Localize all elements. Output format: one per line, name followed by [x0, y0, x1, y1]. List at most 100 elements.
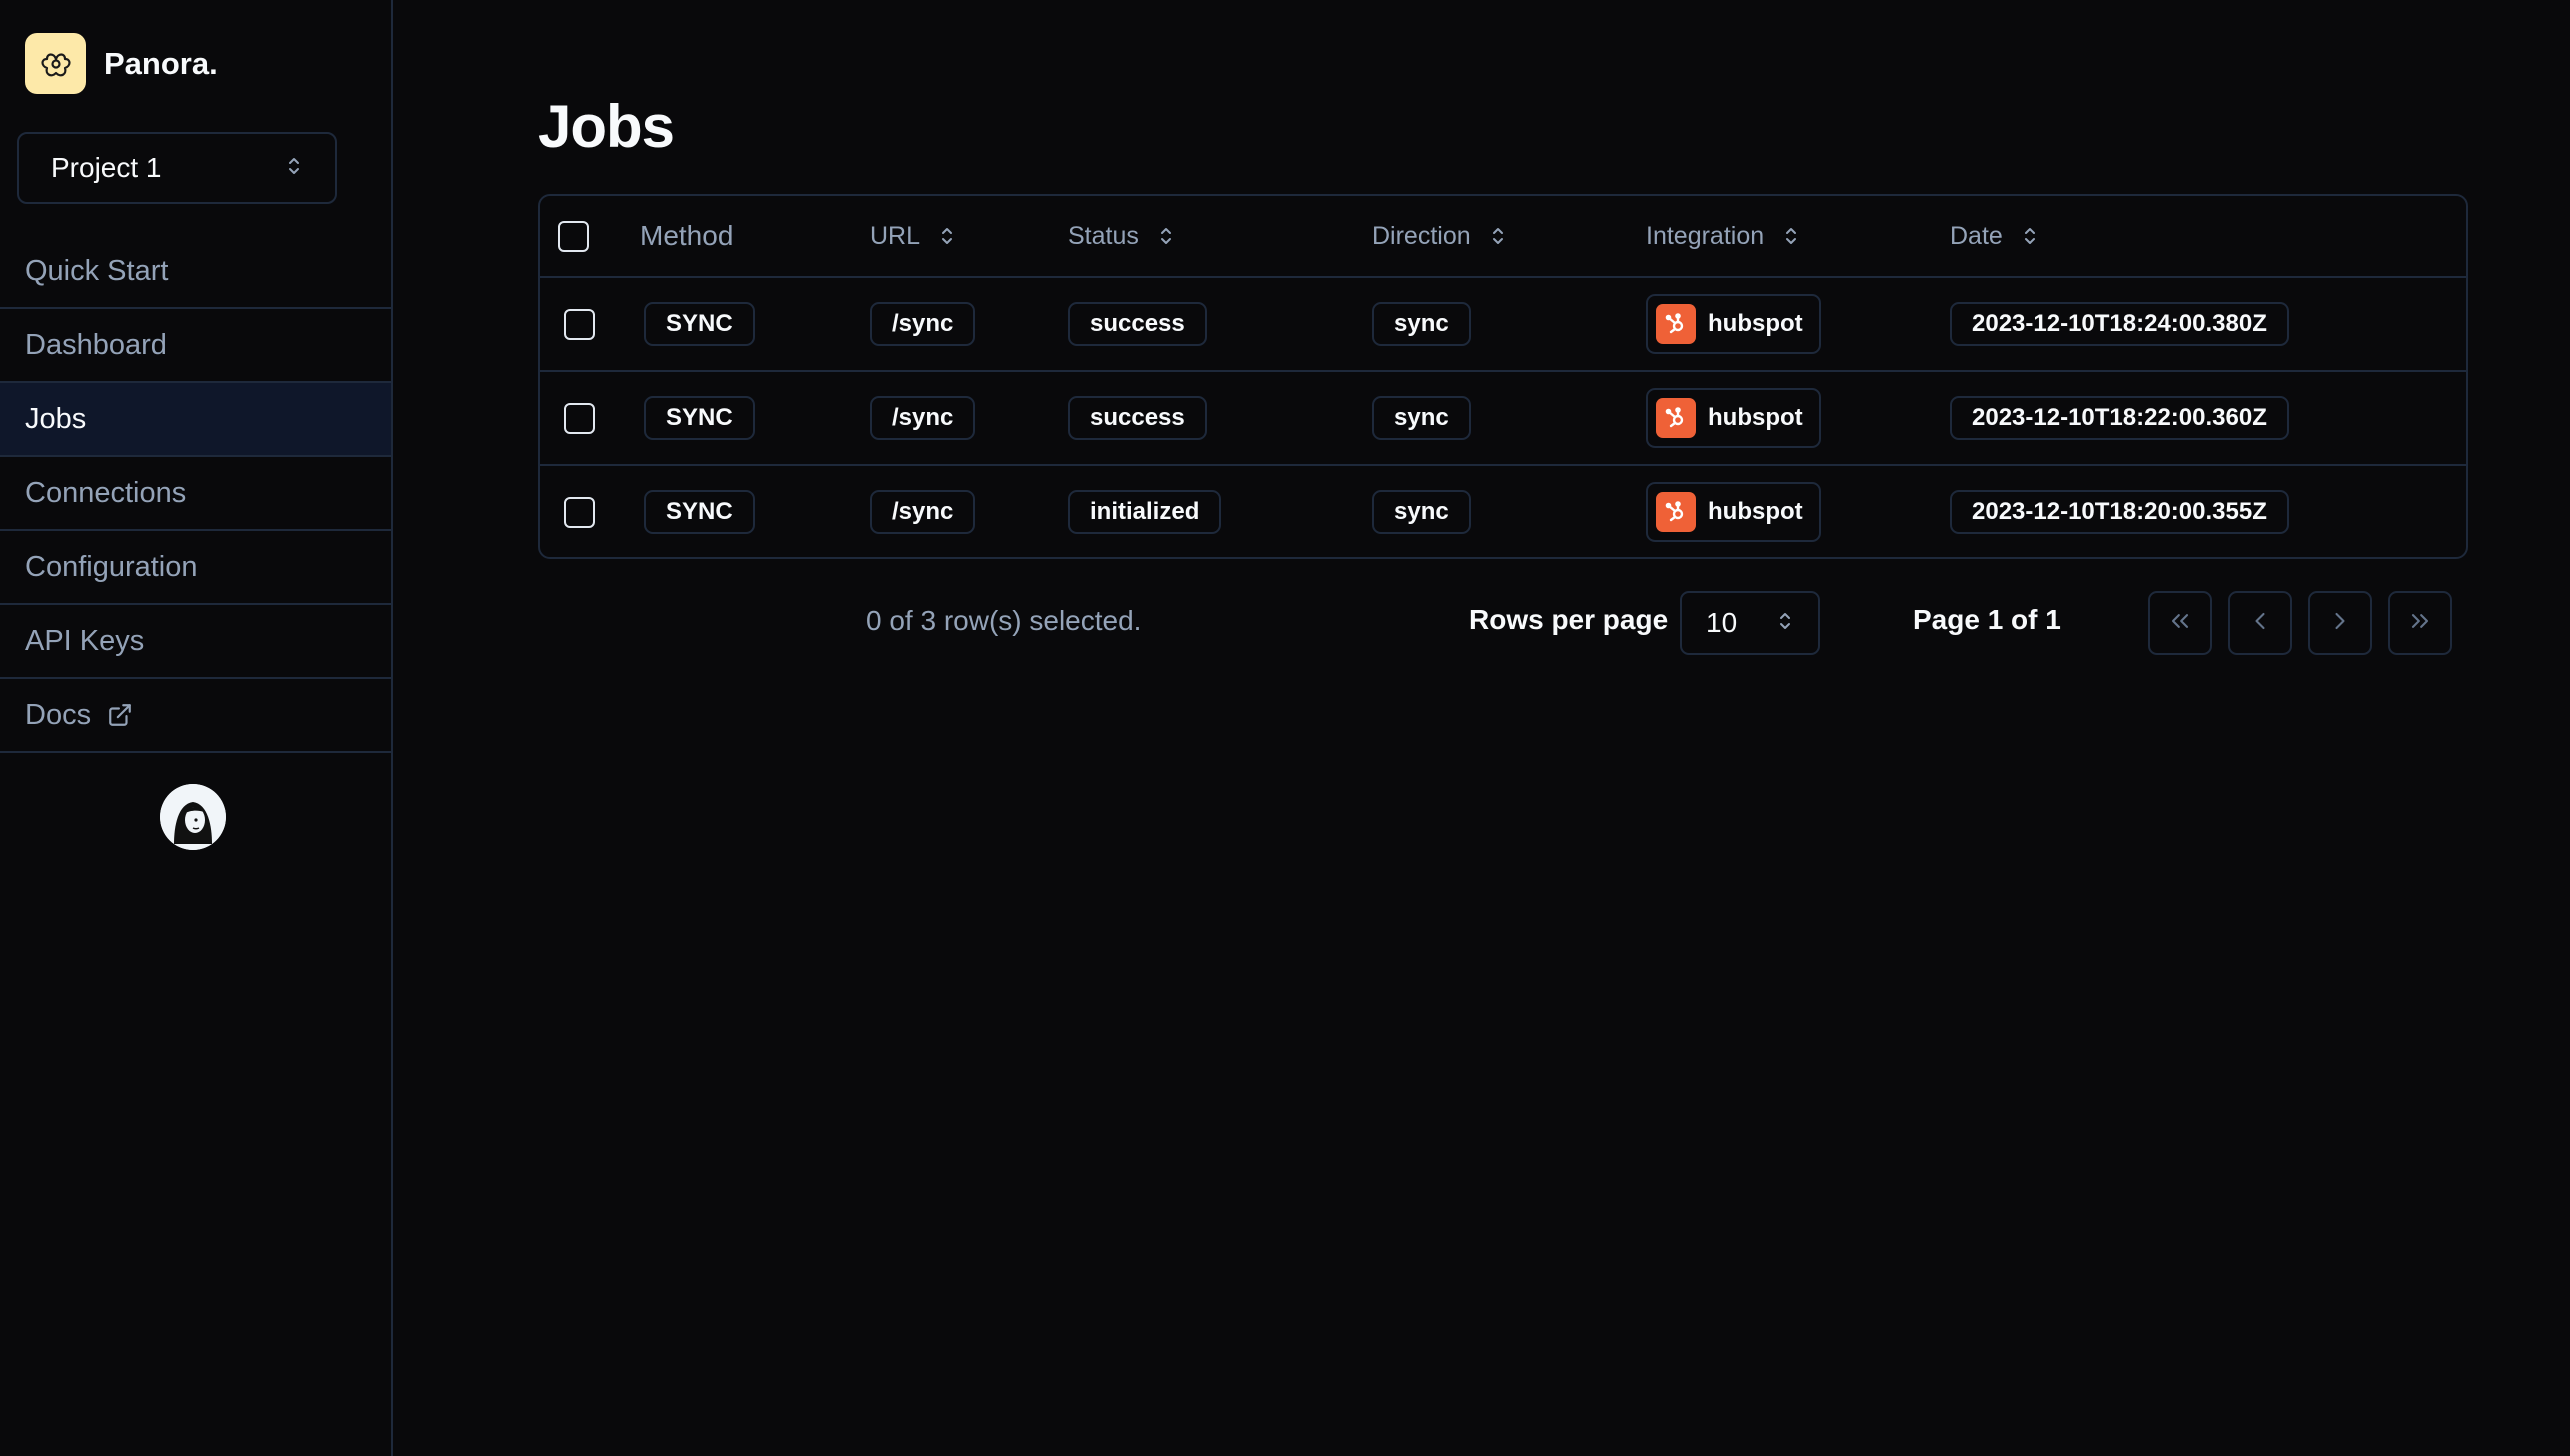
direction-badge: sync	[1372, 396, 1471, 440]
select-all-checkbox[interactable]	[558, 220, 589, 252]
status-badge: success	[1068, 302, 1207, 346]
integration-badge: hubspot	[1646, 388, 1821, 448]
status-cell: success	[1068, 278, 1207, 370]
hubspot-icon	[1656, 398, 1696, 438]
last-page-button[interactable]	[2388, 591, 2452, 655]
avatar[interactable]	[160, 784, 226, 850]
direction-cell: sync	[1372, 466, 1471, 557]
sidebar-nav: Quick Start Dashboard Jobs Connections C…	[0, 235, 391, 753]
external-link-icon	[107, 702, 133, 728]
sidebar-item-label: Jobs	[25, 402, 87, 435]
column-method-label: Method	[640, 220, 734, 251]
method-badge: SYNC	[644, 396, 755, 440]
sidebar-item-docs[interactable]: Docs	[0, 679, 391, 753]
hubspot-icon	[1656, 492, 1696, 532]
sidebar-item-label: Connections	[25, 476, 187, 509]
column-status[interactable]: Status	[1068, 196, 1173, 276]
direction-cell: sync	[1372, 372, 1471, 464]
sort-icon	[1159, 225, 1173, 247]
column-integration[interactable]: Integration	[1646, 196, 1798, 276]
sidebar-item-label: Docs	[25, 698, 92, 731]
jobs-table: Method URL Status Direction Integration …	[538, 194, 2468, 559]
column-status-header: Status	[1068, 222, 1173, 251]
chevron-right-icon	[2326, 607, 2354, 640]
table-header-row: Method URL Status Direction Integration …	[540, 196, 2466, 278]
page-title: Jobs	[538, 93, 675, 160]
column-integration-header: Integration	[1646, 222, 1798, 251]
sidebar-item-quick-start[interactable]: Quick Start	[0, 235, 391, 309]
date-cell: 2023-12-10T18:22:00.360Z	[1950, 372, 2289, 464]
column-status-label: Status	[1068, 221, 1139, 250]
rows-per-page-select[interactable]: 10	[1680, 591, 1820, 655]
row-select-cell	[564, 278, 595, 370]
row-checkbox[interactable]	[564, 496, 595, 528]
sidebar: Panora. Project 1 Quick Start Dashboard …	[0, 0, 393, 1456]
integration-name: hubspot	[1708, 310, 1803, 337]
table-row[interactable]: SYNC /sync success sync hubspot 2023-12-…	[540, 372, 2466, 466]
hubspot-icon	[1656, 304, 1696, 344]
selected-row-count: 0 of 3 row(s) selected.	[866, 605, 1142, 636]
column-url[interactable]: URL	[870, 196, 954, 276]
sort-icon	[2023, 225, 2037, 247]
status-cell: initialized	[1068, 466, 1222, 557]
integration-name: hubspot	[1708, 404, 1803, 431]
url-cell: /sync	[870, 372, 976, 464]
direction-badge: sync	[1372, 302, 1471, 346]
previous-page-button[interactable]	[2228, 591, 2292, 655]
next-page-button[interactable]	[2308, 591, 2372, 655]
column-method: Method	[640, 196, 733, 276]
status-cell: success	[1068, 372, 1207, 464]
status-badge: success	[1068, 396, 1207, 440]
sidebar-item-label: Configuration	[25, 550, 198, 583]
table-row[interactable]: SYNC /sync success sync hubspot 2023-12-…	[540, 278, 2466, 372]
sidebar-item-configuration[interactable]: Configuration	[0, 531, 391, 605]
integration-badge: hubspot	[1646, 294, 1821, 354]
column-direction[interactable]: Direction	[1372, 196, 1505, 276]
url-badge: /sync	[870, 490, 976, 534]
column-url-label: URL	[870, 221, 921, 250]
integration-cell: hubspot	[1646, 278, 1821, 370]
brand-name: Panora.	[104, 45, 218, 81]
row-checkbox[interactable]	[564, 402, 595, 434]
chevrons-right-icon	[2406, 607, 2434, 640]
sort-icon	[1784, 225, 1798, 247]
column-date[interactable]: Date	[1950, 196, 2037, 276]
date-cell: 2023-12-10T18:24:00.380Z	[1950, 278, 2289, 370]
row-checkbox[interactable]	[564, 308, 595, 340]
rows-per-page-value: 10	[1706, 607, 1738, 638]
row-select-cell	[564, 372, 595, 464]
column-direction-label: Direction	[1372, 221, 1471, 250]
sidebar-item-label: Quick Start	[25, 254, 169, 287]
date-badge: 2023-12-10T18:22:00.360Z	[1950, 396, 2289, 440]
sidebar-item-dashboard[interactable]: Dashboard	[0, 309, 391, 383]
date-badge: 2023-12-10T18:20:00.355Z	[1950, 490, 2289, 534]
url-badge: /sync	[870, 396, 976, 440]
chevron-up-down-icon	[1778, 610, 1792, 637]
project-select-value: Project 1	[51, 152, 162, 183]
sidebar-item-connections[interactable]: Connections	[0, 457, 391, 531]
method-cell: SYNC	[644, 372, 755, 464]
sidebar-item-api-keys[interactable]: API Keys	[0, 605, 391, 679]
rows-per-page-label: Rows per page	[1469, 604, 1669, 635]
method-badge: SYNC	[644, 302, 755, 346]
sort-icon	[1491, 225, 1505, 247]
sidebar-item-jobs[interactable]: Jobs	[0, 383, 391, 457]
method-cell: SYNC	[644, 278, 755, 370]
project-select[interactable]: Project 1	[17, 132, 337, 204]
column-date-header: Date	[1950, 222, 2037, 251]
table-row[interactable]: SYNC /sync initialized sync hubspot 2023…	[540, 466, 2466, 557]
first-page-button[interactable]	[2148, 591, 2212, 655]
sidebar-item-label: Dashboard	[25, 328, 167, 361]
column-direction-header: Direction	[1372, 222, 1505, 251]
url-cell: /sync	[870, 278, 976, 370]
url-cell: /sync	[870, 466, 976, 557]
app-root: Panora. Project 1 Quick Start Dashboard …	[0, 0, 2570, 1456]
integration-name: hubspot	[1708, 498, 1803, 525]
chevron-left-icon	[2246, 607, 2274, 640]
column-url-header: URL	[870, 222, 954, 251]
direction-cell: sync	[1372, 278, 1471, 370]
integration-cell: hubspot	[1646, 466, 1821, 557]
sidebar-item-label: API Keys	[25, 624, 145, 657]
brand[interactable]: Panora.	[25, 33, 218, 94]
flower-logo-icon	[25, 33, 86, 94]
